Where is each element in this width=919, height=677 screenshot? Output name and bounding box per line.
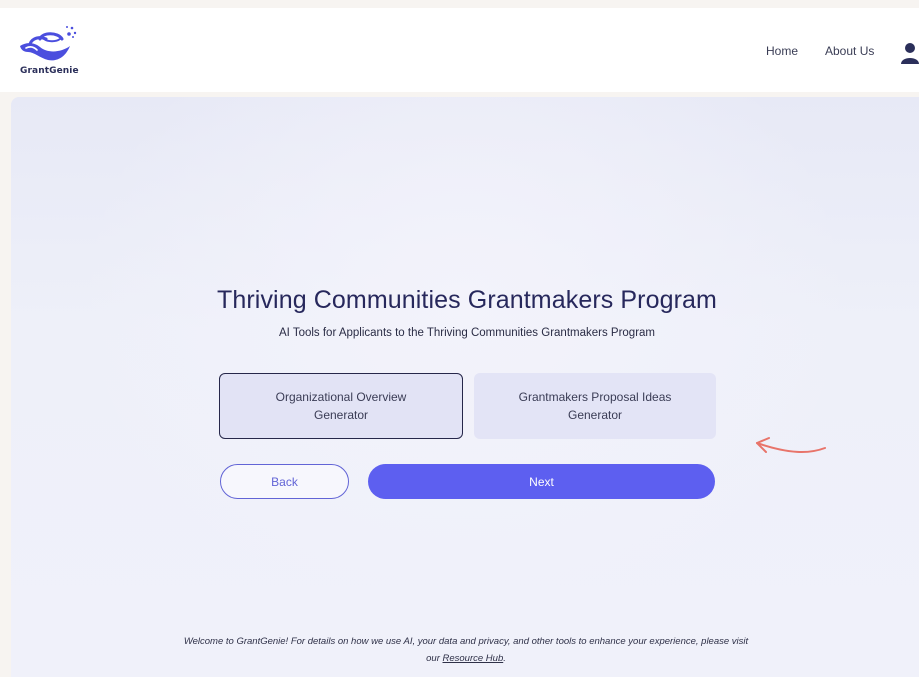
back-button[interactable]: Back (220, 464, 349, 499)
main-panel: Thriving Communities Grantmakers Program… (11, 97, 919, 677)
footer-notice: Welcome to GrantGenie! For details on ho… (181, 633, 751, 667)
option-grantmakers-proposal-ideas-generator[interactable]: Grantmakers Proposal Ideas Generator (474, 373, 716, 439)
user-icon[interactable] (900, 40, 919, 64)
next-button[interactable]: Next (368, 464, 715, 499)
page-title: Thriving Communities Grantmakers Program (217, 286, 717, 314)
genie-lamp-icon (20, 26, 77, 61)
footer-text-end: . (503, 653, 506, 664)
page: GrantGenie Home About Us Thriving Commun… (0, 0, 919, 677)
header: GrantGenie Home About Us (0, 8, 919, 92)
option-label: Grantmakers Proposal Ideas Generator (518, 390, 672, 422)
logo-text: GrantGenie (20, 66, 79, 76)
curved-arrow-icon (756, 437, 826, 454)
page-subtitle: AI Tools for Applicants to the Thriving … (278, 327, 656, 339)
option-label: Organizational Overview Generator (275, 390, 407, 422)
option-organizational-overview-generator[interactable]: Organizational Overview Generator (219, 373, 463, 439)
nav-home-link[interactable]: Home (766, 44, 798, 58)
resource-hub-link[interactable]: Resource Hub (443, 653, 504, 664)
nav-about-link[interactable]: About Us (825, 44, 874, 58)
logo[interactable]: GrantGenie (18, 22, 88, 82)
